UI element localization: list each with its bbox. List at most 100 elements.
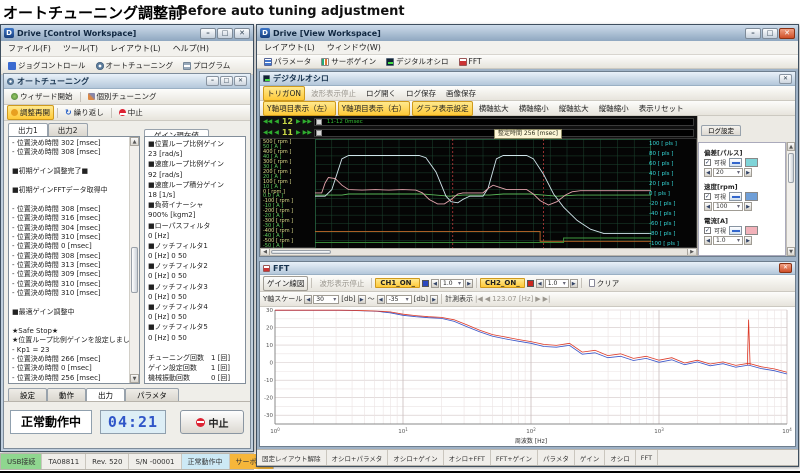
wave-style-button[interactable] [729, 158, 742, 167]
output-tab[interactable]: 出力1 [8, 123, 48, 137]
measure-next-icon[interactable]: ▶ [535, 295, 540, 303]
scope-toolbar-button[interactable]: Y軸項目表示（右） [338, 101, 411, 116]
log-settings-tab[interactable]: ログ設定 [701, 125, 741, 136]
menu-item[interactable]: レイアウト(L) [110, 43, 161, 54]
minimize-icon[interactable]: – [206, 76, 219, 86]
program-button[interactable]: プログラム [179, 58, 234, 73]
spin-right-icon[interactable]: ▶ [744, 202, 752, 211]
scroll-right-icon[interactable]: ▶ [687, 249, 696, 255]
scroll-up-icon[interactable]: ▲ [787, 142, 795, 151]
panel-scrollbar[interactable]: ▲ ▼ [786, 142, 795, 256]
scope-display[interactable]: 500 [ rpm ]50 [ A ]400 [ rpm ]40 [ A ]30… [260, 138, 697, 248]
resume-adjust-button[interactable]: 調整再開 [7, 105, 54, 120]
scroll-left-icon[interactable]: ◀ [261, 249, 270, 255]
scope-toolbar-button[interactable]: 画像保存 [442, 86, 480, 101]
layout-preset-button[interactable]: パラメタ [538, 450, 575, 465]
bottom-tab[interactable]: 出力 [86, 388, 125, 402]
wizard-start-button[interactable]: ウィザード開始 [7, 89, 77, 104]
view-workspace-titlebar[interactable]: D Drive [View Workspace] – □ ✕ [257, 25, 798, 41]
close-icon[interactable]: ✕ [779, 28, 795, 39]
scroll-down-icon[interactable]: ▼ [787, 247, 795, 256]
nav-last-icon[interactable]: ▶▶ [303, 118, 312, 125]
layout-preset-button[interactable]: FFT+ゲイン [491, 450, 538, 465]
spin-left-icon[interactable]: ◀ [431, 279, 439, 288]
scroll-thumb[interactable] [131, 247, 138, 293]
scope-toolbar-button[interactable]: Y軸項目表示（左） [263, 101, 336, 116]
fft-button[interactable]: FFT [455, 55, 486, 68]
gain-diagram-button[interactable]: ゲイン線図 [263, 276, 308, 291]
scope-toolbar-button[interactable]: 横軸拡大 [475, 101, 513, 116]
spin-left-icon[interactable]: ◀ [304, 295, 312, 304]
spin-left-icon[interactable]: ◀ [704, 202, 712, 211]
close-icon[interactable]: ✕ [779, 263, 792, 273]
spin-right-icon[interactable]: ▶ [744, 168, 752, 177]
measure-first-icon[interactable]: |◀ [475, 295, 483, 303]
spin-left-icon[interactable]: ◀ [377, 295, 385, 304]
individual-tuning-button[interactable]: 個別チューニング [84, 89, 161, 104]
ch2-gain-value[interactable]: 1.0▾ [545, 279, 569, 288]
nav-next-icon[interactable]: ▶ [296, 129, 301, 136]
spin-right-icon[interactable]: ▶ [430, 295, 438, 304]
layout-preset-button[interactable]: ゲイン [575, 450, 605, 465]
scope-toolbar-button[interactable]: グラフ表示設定 [412, 101, 473, 116]
nav-first-icon[interactable]: ◀◀ [263, 118, 272, 125]
ch1-toggle[interactable]: CH1_ON_ [375, 278, 420, 288]
servo-gain-button[interactable]: サーボゲイン [317, 54, 380, 69]
scope-toolbar-button[interactable]: 縦軸縮小 [595, 101, 633, 116]
measure-prev-icon[interactable]: ◀ [485, 295, 490, 303]
maximize-icon[interactable]: □ [762, 28, 778, 39]
scope-toolbar-button[interactable]: トリガON [263, 86, 305, 101]
fft-chart-area[interactable]: 3020100-10-20-30100101102103104周波数 [Hz] [260, 307, 795, 446]
scroll-down-icon[interactable]: ▼ [130, 374, 139, 383]
close-icon[interactable]: ✕ [779, 74, 792, 84]
close-icon[interactable]: ✕ [234, 76, 247, 86]
nav-next-icon[interactable]: ▶ [296, 118, 301, 125]
output-tab[interactable]: 出力2 [48, 123, 88, 137]
scope-toolbar-button[interactable]: 表示リセット [635, 101, 688, 116]
channel-color-swatch[interactable] [745, 226, 758, 235]
scope-toolbar-button[interactable]: ログ保存 [402, 86, 440, 101]
scope-toolbar-button[interactable]: 波形表示停止 [307, 86, 360, 101]
minimize-icon[interactable]: – [745, 28, 761, 39]
ymin-value[interactable]: -35▾ [386, 295, 412, 304]
channel-color-swatch[interactable] [745, 192, 758, 201]
channel-color-swatch[interactable] [745, 158, 758, 167]
scale-value[interactable]: 1.0▾ [713, 236, 743, 245]
ymax-value[interactable]: 30▾ [313, 295, 339, 304]
output-log-list[interactable]: - 位置決め時間 302 [msec]- 位置決め時間 308 [msec]■初… [8, 136, 140, 384]
spin-right-icon[interactable]: ▶ [744, 236, 752, 245]
wave-style-button[interactable] [729, 192, 742, 201]
scroll-up-icon[interactable]: ▲ [130, 137, 139, 146]
visible-checkbox[interactable]: ✓ [704, 159, 711, 166]
measure-display-label[interactable]: 計測表示 [445, 294, 473, 304]
layout-preset-button[interactable]: 固定レイアウト解除 [257, 450, 327, 465]
layout-preset-button[interactable]: オシロ+パラメタ [327, 450, 389, 465]
scroll-thumb[interactable] [271, 250, 331, 254]
visible-checkbox[interactable]: ✓ [704, 193, 711, 200]
ch1-gain-value[interactable]: 1.0▾ [440, 279, 464, 288]
layout-preset-button[interactable]: FFT [636, 450, 658, 465]
nav-prev-icon[interactable]: ◀ [274, 129, 279, 136]
menu-item[interactable]: ファイル(F) [8, 43, 51, 54]
scope-toolbar-button[interactable]: ログ開く [362, 86, 400, 101]
scope-titlebar[interactable]: デジタルオシロ ✕ [260, 72, 795, 86]
parameter-button[interactable]: パラメータ [260, 54, 315, 69]
repeat-button[interactable]: ↻繰り返し [61, 105, 108, 120]
waveform-stop-button[interactable]: 波形表示停止 [315, 276, 368, 291]
scale-value[interactable]: 20▾ [713, 168, 743, 177]
control-workspace-titlebar[interactable]: D Drive [Control Workspace] – □ ✕ [1, 25, 253, 41]
minimize-icon[interactable]: – [200, 28, 216, 39]
gain-current-list[interactable]: ■位置ループ比例ゲイン 23 [rad/s]■速度ループ比例ゲイン 92 [ra… [144, 136, 246, 384]
abort-button[interactable]: 中止 [180, 410, 244, 434]
spin-left-icon[interactable]: ◀ [704, 168, 712, 177]
nav-prev-icon[interactable]: ◀ [274, 118, 279, 125]
menu-item[interactable]: レイアウト(L) [264, 42, 315, 53]
scale-value[interactable]: 100▾ [713, 202, 743, 211]
menu-item[interactable]: ウィンドウ(W) [327, 42, 381, 53]
layout-preset-button[interactable]: オシロ+ゲイン [388, 450, 443, 465]
output-list-scrollbar[interactable]: ▲ ▼ [129, 137, 139, 383]
clear-button[interactable]: クリア [585, 276, 624, 291]
ch2-toggle[interactable]: CH2_ON_ [480, 278, 525, 288]
autotune-button[interactable]: オートチューニング [92, 58, 178, 73]
bottom-tab[interactable]: 設定 [8, 388, 47, 402]
